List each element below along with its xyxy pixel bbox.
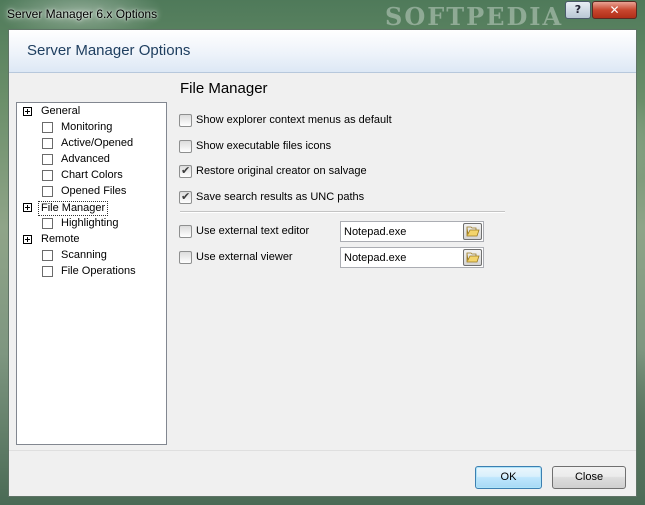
tree-item-label: Active/Opened: [61, 137, 134, 149]
tree-item-label: Scanning: [61, 249, 107, 261]
help-button[interactable]: ?: [565, 1, 591, 19]
tree-item-checkbox[interactable]: [42, 154, 53, 165]
tree-item-label: Remote: [41, 233, 80, 245]
viewer-path-field[interactable]: [340, 247, 484, 268]
window-title: Server Manager 6.x Options: [7, 7, 158, 21]
section-title: File Manager: [180, 80, 268, 97]
checkbox[interactable]: [179, 164, 192, 178]
footer-divider: [9, 450, 636, 451]
tree-item-label: Chart Colors: [61, 169, 123, 181]
option-label: Show executable files icons: [196, 140, 332, 152]
tree-item-label: General: [41, 105, 81, 117]
plus-box-icon[interactable]: [23, 203, 32, 212]
options-tree[interactable]: General Monitoring Active/Opened Advance…: [16, 102, 167, 445]
checkbox[interactable]: [179, 251, 192, 264]
tree-item-checkbox[interactable]: [42, 122, 53, 133]
option-label: Restore original creator on salvage: [196, 165, 367, 177]
title-bar[interactable]: Server Manager 6.x Options SOFTPEDIA ? ✕: [0, 0, 645, 31]
tree-item-label: File Operations: [61, 265, 136, 277]
option-label: Use external text editor: [196, 225, 310, 237]
checkbox[interactable]: [179, 114, 192, 127]
tree-item-label: Opened Files: [61, 185, 127, 197]
tree-item-label: Highlighting: [61, 217, 119, 229]
folder-open-icon: [466, 226, 480, 237]
tree-item-checkbox[interactable]: [42, 186, 53, 197]
tree-item-checkbox[interactable]: [42, 218, 53, 229]
folder-open-icon: [466, 252, 480, 263]
viewer-path-input[interactable]: [344, 250, 454, 265]
plus-box-icon[interactable]: [23, 107, 32, 116]
tree-item-checkbox[interactable]: [42, 250, 53, 261]
text-editor-path-input[interactable]: [344, 224, 454, 239]
dialog-header: Server Manager Options: [9, 30, 636, 73]
tree-item-checkbox[interactable]: [42, 266, 53, 277]
tree-item-checkbox[interactable]: [42, 138, 53, 149]
close-window-button[interactable]: ✕: [592, 1, 637, 19]
tree-item-checkbox[interactable]: [42, 170, 53, 181]
tree-item-label: Monitoring: [61, 121, 113, 133]
separator: [180, 211, 505, 213]
tree-item-label: File Manager: [38, 201, 109, 216]
dialog-header-title: Server Manager Options: [27, 42, 191, 59]
option-label: Use external viewer: [196, 251, 293, 263]
text-editor-path-field[interactable]: [340, 221, 484, 242]
plus-box-icon[interactable]: [23, 235, 32, 244]
option-label: Show explorer context menus as default: [196, 114, 392, 126]
close-button[interactable]: Close: [552, 466, 626, 489]
ok-button[interactable]: OK: [475, 466, 542, 489]
browse-text-editor-button[interactable]: [463, 223, 482, 240]
dialog-client-area: Server Manager Options General Monitorin…: [8, 29, 637, 497]
checkbox[interactable]: [179, 190, 192, 204]
options-window: Server Manager 6.x Options SOFTPEDIA ? ✕…: [0, 0, 645, 505]
option-label: Save search results as UNC paths: [196, 191, 365, 203]
watermark: SOFTPEDIA: [385, 2, 564, 31]
checkbox[interactable]: [179, 140, 192, 153]
checkbox[interactable]: [179, 225, 192, 238]
tree-item-label: Advanced: [61, 153, 110, 165]
browse-viewer-button[interactable]: [463, 249, 482, 266]
